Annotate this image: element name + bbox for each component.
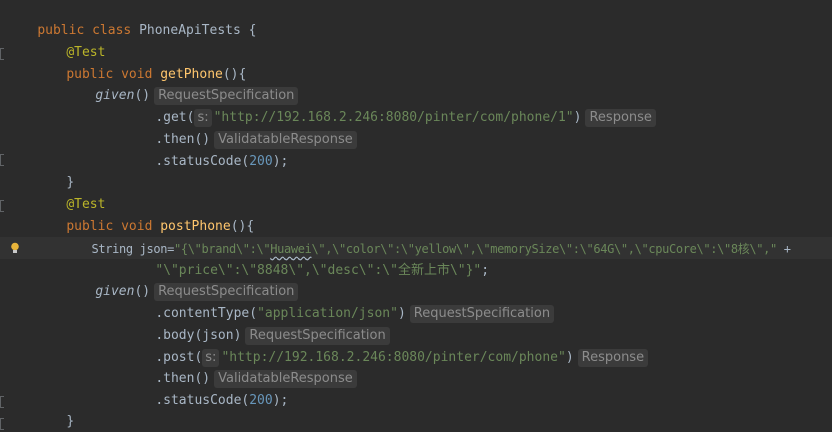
fold-marker-icon[interactable] — [0, 418, 4, 430]
code-line-then[interactable]: .then() ValidatableResponse — [124, 346, 357, 388]
code-line-body[interactable]: .body(json) RequestSpecification — [124, 303, 390, 345]
code-line-status-code[interactable]: .statusCode(200); — [124, 129, 288, 169]
punctuation: ); — [272, 154, 289, 169]
code-line-method-get-phone[interactable]: public void getPhone(){ — [35, 42, 246, 82]
punctuation: ) — [573, 110, 582, 125]
code-line-class-declaration[interactable]: public class PhoneApiTests { — [6, 0, 256, 38]
code-line-annotation[interactable]: @Test — [35, 20, 105, 60]
brace: } — [66, 414, 75, 429]
fold-marker-icon[interactable] — [0, 396, 4, 408]
brace: { — [240, 23, 257, 38]
type-hint: RequestSpecification — [409, 305, 555, 323]
lightbulb-icon[interactable] — [10, 242, 20, 254]
code-line-get[interactable]: .get(s: "http://192.168.2.246:8080/pinter… — [124, 85, 656, 127]
code-line-close-brace[interactable]: } — [35, 389, 74, 429]
number-literal: 200 — [249, 154, 273, 169]
method-call: .statusCode( — [155, 154, 250, 169]
fold-marker-icon[interactable] — [0, 200, 4, 212]
type-hint: Response — [577, 349, 649, 367]
code-line-post[interactable]: .post(s: "http://192.168.2.246:8080/pinte… — [124, 325, 649, 367]
code-line-content-type[interactable]: .contentType("application/json") RequestS… — [124, 281, 555, 323]
number-literal: 200 — [249, 393, 273, 408]
operator: + — [776, 242, 791, 256]
code-line-status-code[interactable]: .statusCode(200); — [124, 368, 288, 408]
code-line-close-brace[interactable]: } — [35, 150, 74, 190]
code-line-given[interactable]: given() RequestSpecification — [64, 259, 299, 301]
code-line-json-continuation[interactable]: "\"price\":\"8848\",\"desc\":\"全新上市\"}"; — [124, 238, 489, 278]
code-line-given[interactable]: given() RequestSpecification — [64, 63, 299, 105]
code-line-method-post-phone[interactable]: public void postPhone(){ — [35, 194, 254, 234]
code-line-close-brace[interactable]: } — [6, 411, 45, 432]
punctuation: ); — [272, 393, 289, 408]
punctuation: ) — [565, 350, 574, 365]
code-line-annotation[interactable]: @Test — [35, 172, 105, 212]
fold-marker-icon[interactable] — [0, 154, 4, 166]
class-name: PhoneApiTests — [139, 23, 241, 38]
type-hint: Response — [585, 109, 656, 127]
fold-marker-icon[interactable] — [0, 48, 4, 60]
punctuation: ; — [481, 263, 490, 278]
punctuation: ) — [397, 306, 406, 321]
code-line-json-declaration[interactable]: String json="{\"brand\":\"Huawei\",\"col… — [64, 216, 791, 256]
code-editor[interactable]: public class PhoneApiTests { @Test publi… — [0, 0, 832, 432]
code-line-then[interactable]: .then() ValidatableResponse — [124, 107, 357, 149]
method-call: .statusCode( — [155, 393, 250, 408]
